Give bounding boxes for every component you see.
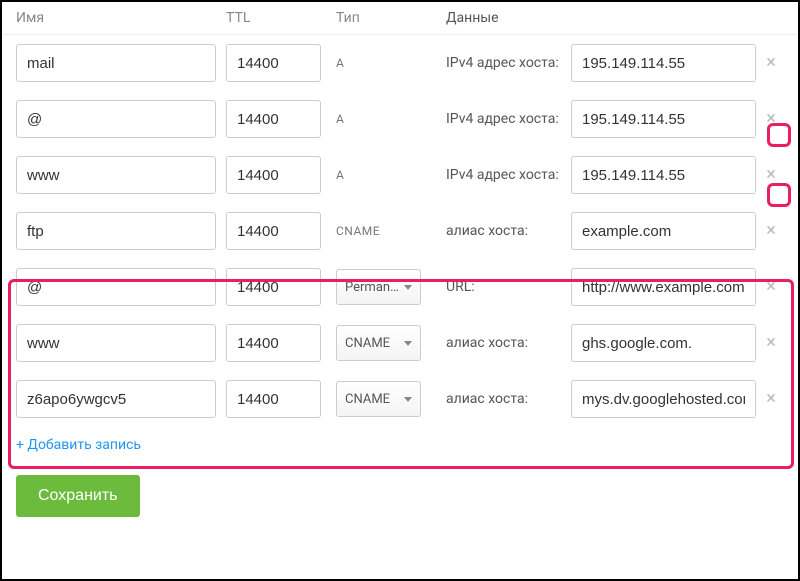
data-input[interactable]: [571, 212, 756, 250]
chevron-down-icon: [404, 397, 412, 402]
delete-icon[interactable]: ×: [761, 53, 781, 73]
ttl-input[interactable]: [226, 380, 321, 418]
delete-icon[interactable]: ×: [761, 277, 781, 297]
type-select[interactable]: CNAME: [336, 325, 421, 361]
ttl-input[interactable]: [226, 324, 321, 362]
data-input[interactable]: [571, 324, 756, 362]
dns-record-row: A IPv4 адрес хоста: ×: [2, 35, 798, 91]
ttl-input[interactable]: [226, 44, 321, 82]
delete-icon[interactable]: ×: [761, 333, 781, 353]
data-label: IPv4 адрес хоста:: [446, 167, 571, 183]
ttl-input[interactable]: [226, 212, 321, 250]
data-label: алиас хоста:: [446, 391, 571, 407]
data-input[interactable]: [571, 380, 756, 418]
chevron-down-icon: [404, 341, 412, 346]
data-label: IPv4 адрес хоста:: [446, 55, 571, 71]
header-data: Данные: [446, 10, 571, 26]
ttl-input[interactable]: [226, 100, 321, 138]
name-input[interactable]: [16, 324, 216, 362]
delete-icon[interactable]: ×: [761, 221, 781, 241]
delete-icon[interactable]: ×: [761, 165, 781, 185]
type-label: CNAME: [336, 224, 380, 238]
dns-record-row: Perman… URL: ×: [2, 259, 798, 315]
name-input[interactable]: [16, 268, 216, 306]
dns-record-row: CNAME алиас хоста: ×: [2, 315, 798, 371]
type-label: A: [336, 56, 344, 70]
data-label: IPv4 адрес хоста:: [446, 111, 571, 127]
header-name: Имя: [16, 10, 216, 26]
save-button[interactable]: Сохранить: [16, 475, 140, 517]
type-select[interactable]: CNAME: [336, 381, 421, 417]
ttl-input[interactable]: [226, 268, 321, 306]
data-input[interactable]: [571, 268, 756, 306]
add-record-link[interactable]: + Добавить запись: [2, 427, 798, 463]
name-input[interactable]: [16, 156, 216, 194]
name-input[interactable]: [16, 44, 216, 82]
data-label: URL:: [446, 279, 571, 295]
dns-record-row: CNAME алиас хоста: ×: [2, 203, 798, 259]
ttl-input[interactable]: [226, 156, 321, 194]
name-input[interactable]: [16, 212, 216, 250]
dns-record-row: CNAME алиас хоста: ×: [2, 371, 798, 427]
type-select-label: CNAME: [345, 336, 390, 351]
type-label: A: [336, 168, 344, 182]
type-label: A: [336, 112, 344, 126]
delete-icon[interactable]: ×: [761, 389, 781, 409]
data-input[interactable]: [571, 44, 756, 82]
data-input[interactable]: [571, 100, 756, 138]
type-select[interactable]: Perman…: [336, 269, 421, 305]
chevron-down-icon: [404, 285, 412, 290]
header-ttl: TTL: [226, 10, 321, 26]
type-select-label: CNAME: [345, 392, 390, 407]
data-label: алиас хоста:: [446, 223, 571, 239]
name-input[interactable]: [16, 100, 216, 138]
header-type: Тип: [336, 10, 436, 26]
table-header: Имя TTL Тип Данные: [2, 2, 798, 35]
data-label: алиас хоста:: [446, 335, 571, 351]
data-input[interactable]: [571, 156, 756, 194]
dns-record-row: A IPv4 адрес хоста: ×: [2, 91, 798, 147]
dns-record-row: A IPv4 адрес хоста: ×: [2, 147, 798, 203]
delete-icon[interactable]: ×: [761, 109, 781, 129]
type-select-label: Perman…: [345, 280, 399, 295]
name-input[interactable]: [16, 380, 216, 418]
